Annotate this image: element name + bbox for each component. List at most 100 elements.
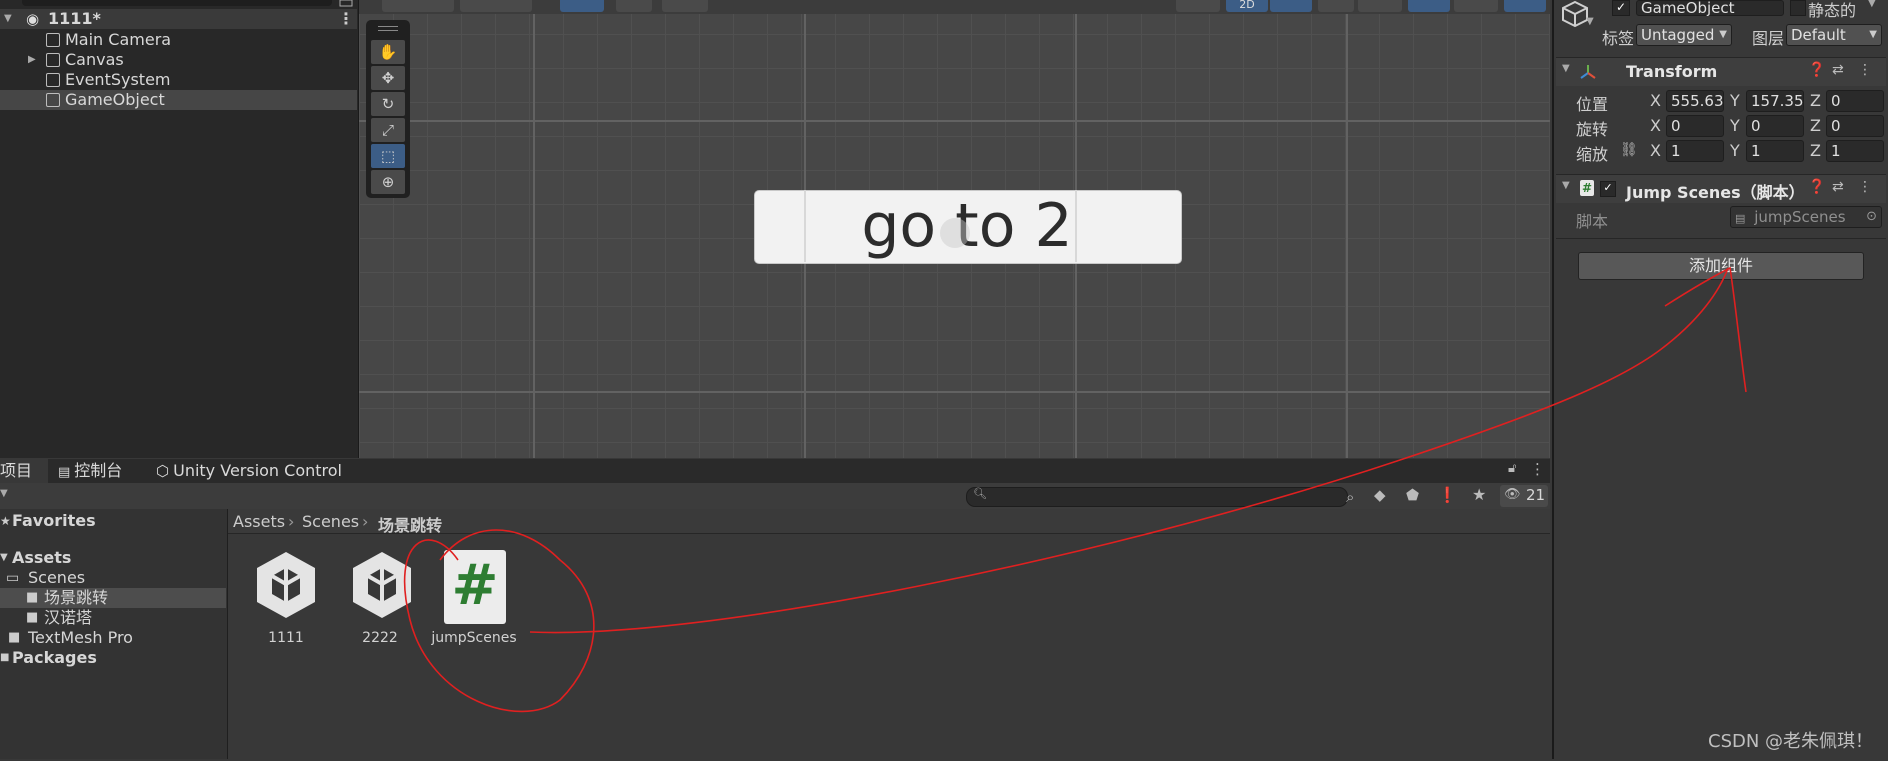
add-component-button[interactable]: 添加组件 bbox=[1578, 252, 1864, 280]
script-object-field[interactable]: ▤ jumpScenes ⊙ bbox=[1730, 206, 1882, 228]
visibility-toggle[interactable] bbox=[1408, 0, 1450, 12]
asset-script-jumpscenes[interactable]: # bbox=[444, 550, 506, 624]
tree-item-favorites[interactable]: ★ Favorites bbox=[0, 511, 226, 531]
collapse-arrow-icon[interactable]: ▼ bbox=[1562, 63, 1570, 74]
scene-menu-icon[interactable]: ⋮ bbox=[338, 9, 354, 29]
chevron-down-icon: ▼ bbox=[1719, 29, 1727, 40]
help-icon[interactable]: ❓ bbox=[1808, 179, 1825, 195]
hierarchy-item-eventsystem[interactable]: EventSystem bbox=[0, 70, 357, 90]
hierarchy-add-icon[interactable] bbox=[338, 0, 354, 8]
camera-dropdown[interactable] bbox=[1454, 0, 1498, 12]
scale-x-field[interactable]: 1 bbox=[1666, 140, 1724, 162]
tree-item-scenes[interactable]: ▭ Scenes bbox=[0, 568, 226, 588]
scale-tool-icon[interactable]: ⤢ bbox=[371, 118, 405, 142]
2d-toggle[interactable]: 2D bbox=[1226, 0, 1268, 12]
audio-toggle[interactable] bbox=[1318, 0, 1354, 12]
local-toggle[interactable] bbox=[460, 0, 532, 12]
breadcrumb-assets[interactable]: Assets bbox=[233, 512, 285, 531]
hierarchy-scene-row[interactable]: ▼ ◉ 1111* ⋮ bbox=[0, 9, 357, 29]
grid-snap-toggle[interactable] bbox=[560, 0, 604, 12]
tab-console[interactable]: ▤ 控制台 bbox=[58, 459, 154, 483]
rect-tool-icon[interactable]: ⬚ bbox=[371, 144, 405, 168]
collapse-arrow-icon[interactable]: ▼ bbox=[4, 9, 12, 29]
effects-dropdown[interactable] bbox=[1358, 0, 1402, 12]
scale-z-field[interactable]: 1 bbox=[1826, 140, 1884, 162]
collapse-arrow-icon[interactable]: ▼ bbox=[1562, 180, 1570, 191]
search-scope-icon[interactable]: ⌕ bbox=[1346, 488, 1354, 506]
tree-item-hanoi[interactable]: ■ 汉诺塔 bbox=[0, 608, 226, 628]
transform-tool-icon[interactable]: ⊕ bbox=[371, 170, 405, 194]
rotation-z-field[interactable]: 0 bbox=[1826, 115, 1884, 137]
position-z-field[interactable]: 0 bbox=[1826, 90, 1884, 112]
tab-unity-version-control[interactable]: ⬡ Unity Version Control bbox=[156, 459, 396, 483]
grid-toggle[interactable] bbox=[662, 0, 708, 12]
object-picker-icon[interactable]: ⊙ bbox=[1866, 207, 1877, 227]
transform-icon bbox=[1580, 65, 1596, 79]
tree-item-packages[interactable]: ■ Packages bbox=[0, 648, 226, 668]
breadcrumb-current[interactable]: 场景跳转 bbox=[378, 512, 442, 536]
rotate-tool-icon[interactable]: ↻ bbox=[371, 92, 405, 116]
help-icon[interactable]: ❓ bbox=[1808, 62, 1825, 78]
tag-dropdown[interactable]: Untagged ▼ bbox=[1636, 24, 1732, 46]
filter-label-icon[interactable]: ⬟ bbox=[1406, 486, 1419, 504]
transform-title: Transform bbox=[1626, 62, 1718, 81]
position-x-field[interactable]: 555.63 bbox=[1666, 90, 1724, 112]
rotation-y-field[interactable]: 0 bbox=[1746, 115, 1804, 137]
position-y-field[interactable]: 157.35 bbox=[1746, 90, 1804, 112]
asset-scene-1111[interactable] bbox=[246, 548, 326, 628]
active-checkbox[interactable]: ✓ bbox=[1612, 0, 1630, 16]
tab-label: 项目 bbox=[0, 461, 33, 480]
hierarchy-search[interactable] bbox=[22, 0, 332, 6]
star-icon: ★ bbox=[0, 514, 11, 528]
static-dropdown-arrow[interactable]: ▼ bbox=[1868, 0, 1876, 9]
breadcrumb-scenes[interactable]: Scenes bbox=[302, 512, 359, 531]
component-enabled-checkbox[interactable]: ✓ bbox=[1600, 181, 1616, 197]
hierarchy-item-canvas[interactable]: ▶ Canvas bbox=[0, 50, 357, 70]
component-menu-icon[interactable]: ⋮ bbox=[1858, 62, 1872, 78]
preset-icon[interactable]: ⇄ bbox=[1832, 62, 1844, 78]
hierarchy-item-gameobject[interactable]: GameObject bbox=[0, 90, 357, 110]
tree-item-assets[interactable]: ▼ Assets bbox=[0, 548, 226, 568]
constrain-proportions-icon[interactable]: ⛓ bbox=[1620, 142, 1638, 158]
log-warning-icon[interactable]: ❗ bbox=[1438, 486, 1457, 504]
hidden-packages-toggle[interactable]: 👁︎ 21 bbox=[1500, 485, 1548, 507]
panel-menu-icon[interactable]: ⋮ bbox=[1530, 460, 1545, 478]
console-icon: ▤ bbox=[58, 465, 71, 480]
rotation-x-field[interactable]: 0 bbox=[1666, 115, 1724, 137]
folder-icon: ■ bbox=[26, 610, 39, 625]
transform-header[interactable]: ▼ Transform ❓ ⇄ ⋮ bbox=[1556, 57, 1886, 86]
hand-tool-icon[interactable]: ✋ bbox=[371, 40, 405, 64]
create-dropdown-arrow[interactable]: ▼ bbox=[0, 488, 8, 499]
folder-icon: ■ bbox=[8, 630, 21, 645]
preset-icon[interactable]: ⇄ bbox=[1832, 179, 1844, 195]
hierarchy-item-label: Main Camera bbox=[65, 30, 172, 49]
collapse-arrow-icon[interactable]: ■ bbox=[0, 648, 9, 668]
axis-x-label: X bbox=[1650, 116, 1661, 135]
pivot-handle[interactable] bbox=[940, 218, 970, 248]
lighting-toggle[interactable] bbox=[1270, 0, 1312, 12]
favorite-star-icon[interactable]: ★ bbox=[1472, 485, 1486, 504]
asset-scene-2222[interactable] bbox=[342, 548, 422, 628]
component-menu-icon[interactable]: ⋮ bbox=[1858, 179, 1872, 195]
icon-dropdown-arrow[interactable]: ▼ bbox=[1586, 16, 1594, 27]
gameobject-icon bbox=[46, 33, 60, 47]
layer-dropdown[interactable]: Default ▼ bbox=[1786, 24, 1882, 46]
expand-arrow-icon[interactable]: ▼ bbox=[0, 548, 8, 568]
tree-item-scene-jump[interactable]: ■ 场景跳转 bbox=[0, 588, 226, 608]
filter-type-icon[interactable]: ◆ bbox=[1374, 486, 1386, 504]
move-tool-icon[interactable]: ✥ bbox=[371, 66, 405, 90]
pivot-toggle[interactable] bbox=[382, 0, 454, 12]
lock-icon[interactable]: 🔓︎ bbox=[1508, 461, 1516, 476]
object-name-field[interactable]: GameObject bbox=[1636, 0, 1784, 16]
gizmos-dropdown[interactable] bbox=[1504, 0, 1546, 12]
static-checkbox[interactable] bbox=[1790, 0, 1806, 16]
jump-scenes-header[interactable]: ▼ # ✓ Jump Scenes（脚本） ❓ ⇄ ⋮ bbox=[1556, 174, 1886, 203]
expand-arrow-icon[interactable]: ▶ bbox=[28, 50, 36, 70]
project-search-input[interactable]: 🔍︎ bbox=[966, 487, 1348, 507]
tab-project[interactable]: 项目 bbox=[0, 459, 48, 483]
tree-item-textmesh-pro[interactable]: ■ TextMesh Pro bbox=[0, 628, 226, 648]
snap-increment[interactable] bbox=[616, 0, 652, 12]
scale-y-field[interactable]: 1 bbox=[1746, 140, 1804, 162]
hierarchy-item-main-camera[interactable]: Main Camera bbox=[0, 30, 357, 50]
draw-mode-dropdown[interactable] bbox=[1176, 0, 1220, 12]
